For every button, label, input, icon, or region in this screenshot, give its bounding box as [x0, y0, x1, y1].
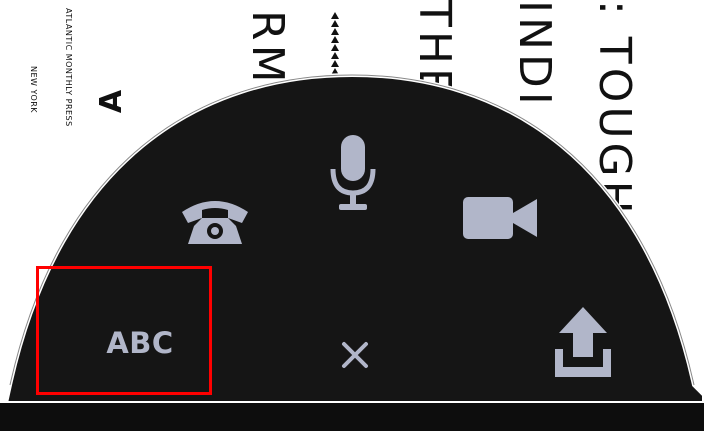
close-icon — [342, 342, 368, 368]
close-button[interactable] — [330, 330, 380, 380]
microphone-icon — [330, 135, 376, 210]
upload-button[interactable] — [545, 300, 620, 385]
bottom-bar — [0, 403, 704, 431]
phone-button[interactable] — [170, 186, 260, 256]
abc-keyboard-button[interactable]: ABC — [80, 318, 200, 368]
phone-icon — [182, 201, 248, 244]
video-camera-icon — [463, 197, 537, 239]
abc-label: ABC — [106, 326, 174, 360]
microphone-button[interactable] — [318, 128, 388, 218]
radial-menu: ABC — [0, 0, 704, 431]
upload-icon — [554, 306, 611, 377]
video-camera-button[interactable] — [455, 183, 545, 253]
